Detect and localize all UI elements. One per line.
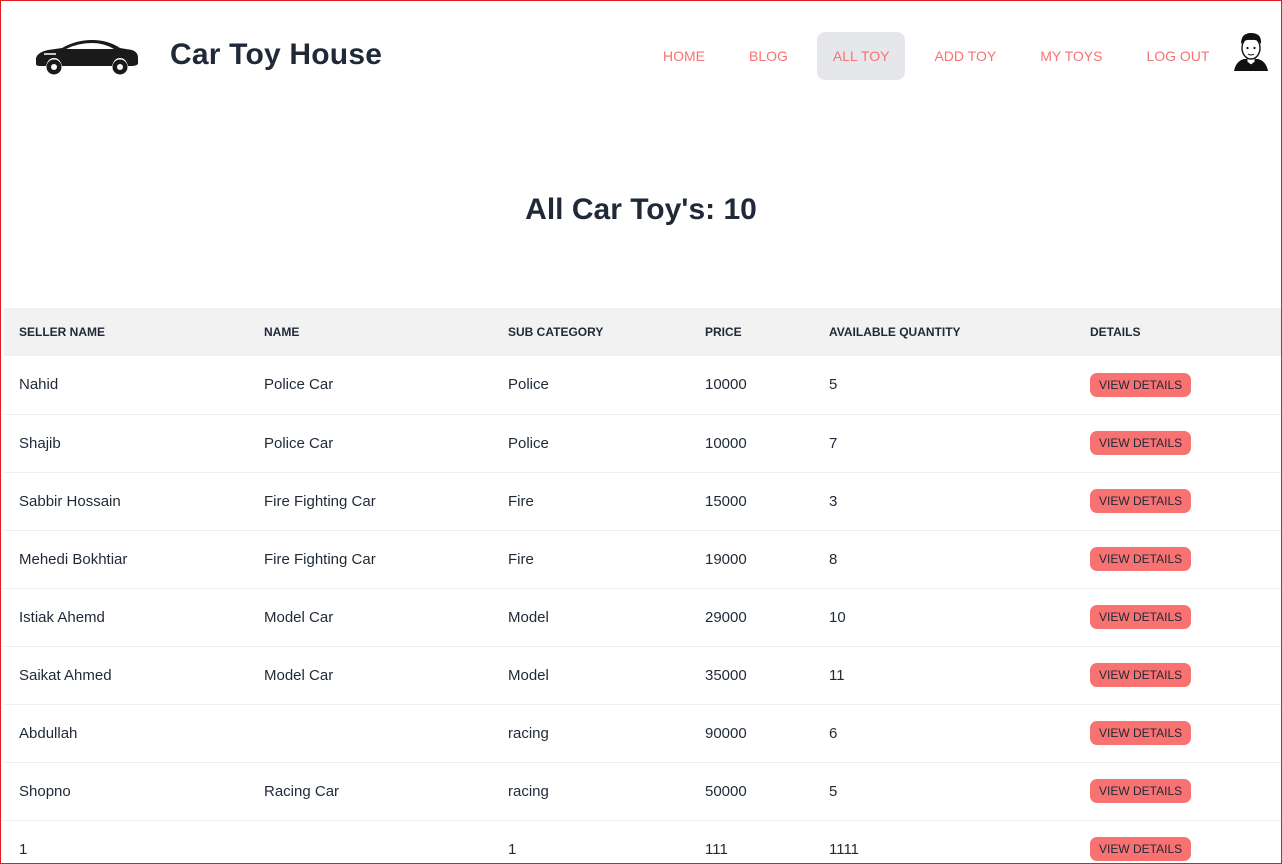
cell-sub-category: Fire bbox=[508, 550, 534, 568]
table-row: Sabbir Hossain Fire Fighting Car Fire 15… bbox=[4, 472, 1282, 530]
nav-links: Home Blog All Toy Add Toy My Toys Log Ou… bbox=[648, 32, 1238, 80]
table-row: Mehedi Bokhtiar Fire Fighting Car Fire 1… bbox=[4, 530, 1282, 588]
view-details-button[interactable]: View Details bbox=[1090, 431, 1192, 455]
cell-name bbox=[249, 704, 493, 762]
cell-sub-category: Police bbox=[508, 376, 549, 394]
header-name: Name bbox=[264, 325, 300, 339]
cell-sub-category: Model bbox=[508, 666, 549, 684]
table-row: Shopno Racing Car racing 50000 5 View De… bbox=[4, 762, 1282, 820]
cell-quantity: 5 bbox=[829, 376, 838, 394]
cell-sub-category: Model bbox=[508, 608, 549, 626]
cell-name: Racing Car bbox=[264, 782, 340, 800]
cell-details: View Details bbox=[1075, 472, 1282, 530]
cell-seller: Saikat Ahmed bbox=[19, 666, 112, 684]
cell-quantity: 1111 bbox=[829, 840, 860, 858]
cell-price: 15000 bbox=[705, 492, 747, 510]
view-details-button[interactable]: View Details bbox=[1090, 605, 1192, 629]
cell-quantity: 8 bbox=[829, 550, 838, 568]
cell-price: 111 bbox=[705, 840, 728, 858]
cell-sub-category: Fire bbox=[508, 492, 534, 510]
cell-sub-category: racing bbox=[508, 724, 549, 742]
cell-details: View Details bbox=[1075, 820, 1282, 864]
cell-name: Fire Fighting Car bbox=[264, 550, 376, 568]
navbar: Car Toy House Home Blog All Toy Add Toy … bbox=[0, 0, 1282, 112]
nav-home[interactable]: Home bbox=[648, 32, 720, 80]
cell-name: Police Car bbox=[264, 376, 334, 394]
cell-seller: Shopno bbox=[19, 782, 71, 800]
cell-name: Model Car bbox=[264, 666, 334, 684]
table-row: 1 1 111 1111 View Details bbox=[4, 820, 1282, 864]
view-details-button[interactable]: View Details bbox=[1090, 837, 1192, 861]
cell-name: Model Car bbox=[264, 608, 334, 626]
table-row: Nahid Police Car Police 10000 5 View Det… bbox=[4, 356, 1282, 414]
cell-price: 29000 bbox=[705, 608, 747, 626]
cell-details: View Details bbox=[1075, 530, 1282, 588]
cell-seller: 1 bbox=[19, 840, 28, 858]
view-details-button[interactable]: View Details bbox=[1090, 372, 1192, 397]
cell-quantity: 11 bbox=[829, 666, 845, 684]
user-avatar-icon[interactable] bbox=[1232, 31, 1270, 71]
header-price: Price bbox=[705, 325, 742, 339]
view-details-button[interactable]: View Details bbox=[1090, 663, 1192, 687]
toys-table: Seller Name Name Sub Category Price Avai… bbox=[4, 308, 1282, 864]
cell-name: Fire Fighting Car bbox=[264, 492, 376, 510]
table-row: Shajib Police Car Police 10000 7 View De… bbox=[4, 414, 1282, 472]
car-logo-icon[interactable] bbox=[32, 36, 142, 76]
cell-quantity: 10 bbox=[829, 608, 846, 626]
cell-details: View Details bbox=[1075, 414, 1282, 472]
cell-sub-category: 1 bbox=[508, 840, 517, 858]
cell-seller: Mehedi Bokhtiar bbox=[19, 550, 128, 568]
view-details-button[interactable]: View Details bbox=[1090, 547, 1192, 571]
cell-quantity: 7 bbox=[829, 434, 838, 452]
cell-details: View Details bbox=[1075, 588, 1282, 646]
cell-seller: Istiak Ahemd bbox=[19, 608, 105, 626]
cell-price: 90000 bbox=[705, 724, 747, 742]
cell-sub-category: Police bbox=[508, 434, 549, 452]
cell-price: 50000 bbox=[705, 782, 747, 800]
nav-my-toys[interactable]: My Toys bbox=[1025, 32, 1117, 80]
cell-quantity: 3 bbox=[829, 492, 838, 510]
nav-all-toy[interactable]: All Toy bbox=[816, 32, 906, 80]
cell-quantity: 6 bbox=[829, 724, 838, 742]
cell-sub-category: racing bbox=[508, 782, 549, 800]
header-details: Details bbox=[1090, 325, 1141, 339]
toys-table-container: Seller Name Name Sub Category Price Avai… bbox=[4, 308, 1282, 864]
cell-details: View Details bbox=[1075, 356, 1282, 414]
header-available-quantity: Available Quantity bbox=[829, 325, 961, 339]
brand-title[interactable]: Car Toy House bbox=[170, 38, 382, 72]
cell-price: 10000 bbox=[705, 434, 747, 452]
nav-log-out[interactable]: Log Out bbox=[1131, 32, 1224, 80]
view-details-button[interactable]: View Details bbox=[1090, 489, 1192, 513]
cell-price: 35000 bbox=[705, 666, 747, 684]
nav-add-toy[interactable]: Add Toy bbox=[919, 32, 1011, 80]
view-details-button[interactable]: View Details bbox=[1090, 721, 1192, 745]
cell-details: View Details bbox=[1075, 762, 1282, 820]
table-header-row: Seller Name Name Sub Category Price Avai… bbox=[4, 308, 1282, 356]
cell-name bbox=[249, 820, 493, 864]
cell-quantity: 5 bbox=[829, 782, 838, 800]
cell-price: 10000 bbox=[705, 376, 747, 394]
cell-seller: Sabbir Hossain bbox=[19, 492, 121, 510]
view-details-button[interactable]: View Details bbox=[1090, 779, 1192, 803]
cell-seller: Abdullah bbox=[19, 724, 78, 742]
cell-seller: Nahid bbox=[19, 376, 59, 394]
page-title: All Car Toy's: 10 bbox=[525, 193, 757, 226]
cell-seller: Shajib bbox=[19, 434, 61, 452]
table-row: Istiak Ahemd Model Car Model 29000 10 Vi… bbox=[4, 588, 1282, 646]
header-sub-category: Sub Category bbox=[508, 325, 604, 339]
cell-details: View Details bbox=[1075, 646, 1282, 704]
header-seller-name: Seller Name bbox=[19, 325, 106, 339]
nav-blog[interactable]: Blog bbox=[734, 32, 803, 80]
table-row: Abdullah racing 90000 6 View Details bbox=[4, 704, 1282, 762]
cell-name: Police Car bbox=[264, 434, 334, 452]
table-row: Saikat Ahmed Model Car Model 35000 11 Vi… bbox=[4, 646, 1282, 704]
cell-details: View Details bbox=[1075, 704, 1282, 762]
cell-price: 19000 bbox=[705, 550, 747, 568]
